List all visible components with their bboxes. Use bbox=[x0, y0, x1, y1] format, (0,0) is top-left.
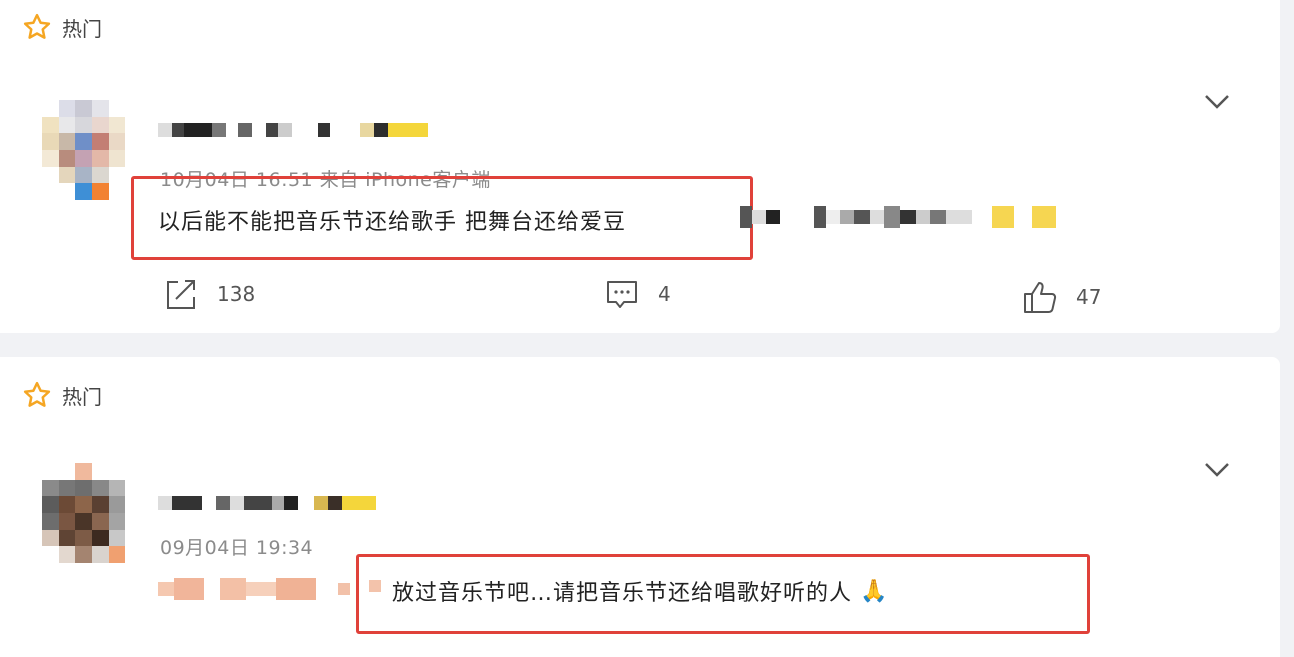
pray-emoji: 🙏 bbox=[860, 578, 889, 604]
hot-tag: 热门 bbox=[22, 380, 102, 410]
blurred-text bbox=[740, 203, 1056, 231]
star-icon bbox=[23, 13, 51, 39]
chevron-down-icon[interactable] bbox=[1204, 462, 1230, 478]
username[interactable] bbox=[158, 120, 428, 140]
comment-count: 4 bbox=[658, 282, 671, 306]
post-meta: 09月04日 19:34 bbox=[160, 537, 314, 559]
star-icon bbox=[23, 381, 51, 407]
post-content: 以后能不能把音乐节还给歌手 把舞台还给爱豆 bbox=[158, 210, 626, 235]
like-button[interactable]: 47 bbox=[1022, 279, 1101, 315]
hot-label: 热门 bbox=[62, 16, 102, 41]
chevron-down-icon[interactable] bbox=[1204, 94, 1230, 110]
avatar[interactable] bbox=[42, 463, 142, 563]
post-content: 放过音乐节吧…请把音乐节还给唱歌好听的人 bbox=[392, 581, 853, 606]
username[interactable] bbox=[158, 493, 376, 513]
post-card-1: 热门 10月04日 16:51 来自 iPhone客户端 以后能不能把音乐节还给… bbox=[0, 0, 1280, 333]
hot-label: 热门 bbox=[62, 384, 102, 409]
comment-icon bbox=[607, 281, 637, 308]
thumbs-up-icon bbox=[1024, 282, 1057, 313]
like-count: 47 bbox=[1076, 285, 1102, 309]
comment-button[interactable]: 4 bbox=[604, 276, 671, 312]
hot-tag: 热门 bbox=[22, 12, 102, 42]
avatar[interactable] bbox=[42, 100, 142, 200]
share-count: 138 bbox=[217, 282, 256, 306]
share-button[interactable]: 138 bbox=[163, 276, 255, 312]
post-card-2: 热门 09月04日 19:34 放过音乐节吧…请把音乐节还给唱歌好听的人 🙏 bbox=[0, 357, 1280, 657]
post-content-row: 放过音乐节吧…请把音乐节还给唱歌好听的人 🙏 bbox=[392, 575, 888, 607]
blurred-text bbox=[369, 575, 381, 597]
share-icon bbox=[167, 280, 195, 309]
blurred-text bbox=[158, 575, 350, 603]
